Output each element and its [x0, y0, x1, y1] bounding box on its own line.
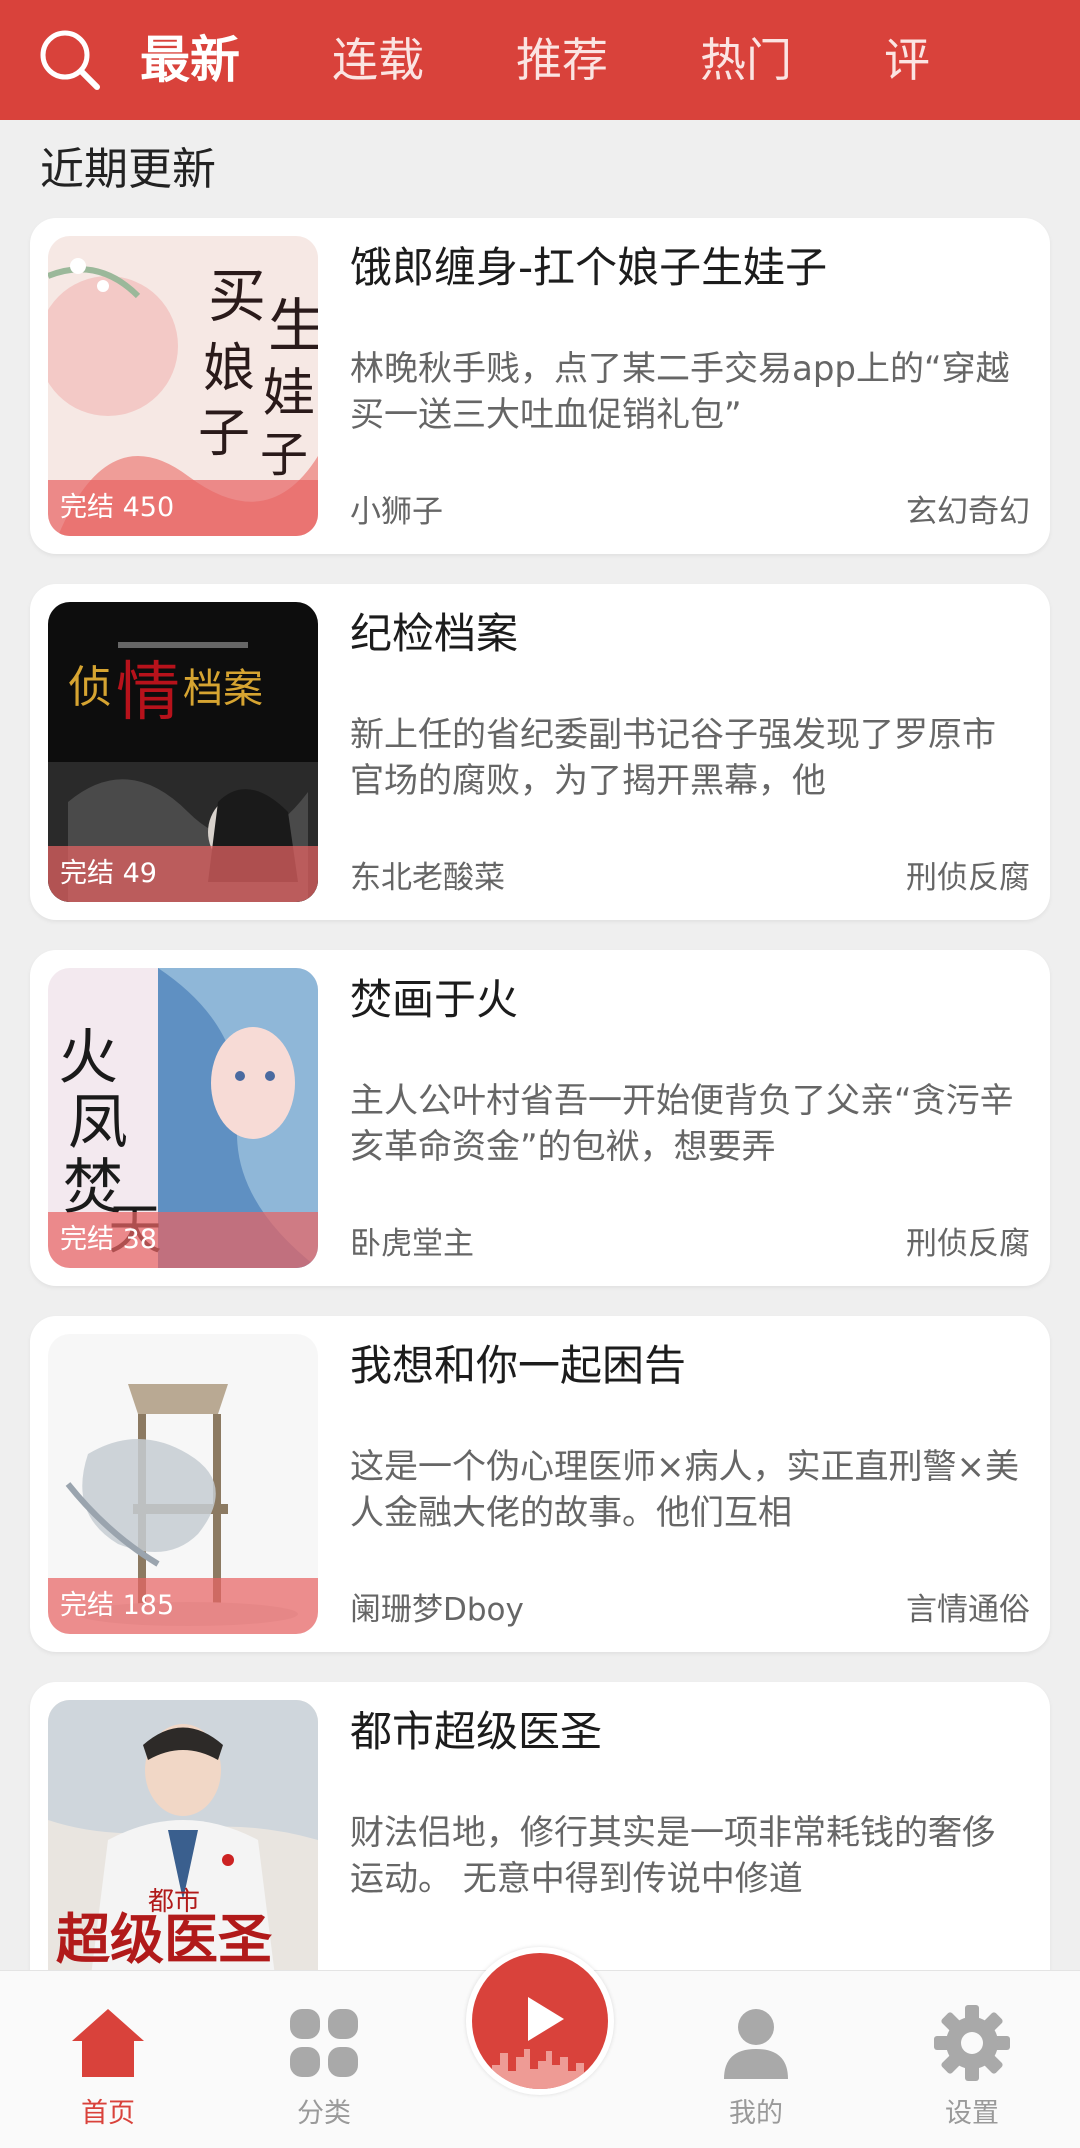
- svg-text:情: 情: [116, 656, 180, 730]
- book-title: 纪检档案: [350, 609, 519, 658]
- svg-text:超级医圣: 超级医圣: [56, 1907, 272, 1971]
- book-description: 这是一个伪心理医师×病人，实正直刑警×美人金融大佬的故事。他们互相: [350, 1447, 1019, 1533]
- svg-text:凤: 凤: [68, 1088, 128, 1158]
- book-genre: 刑侦反腐: [906, 1226, 1030, 1262]
- play-button-face: [472, 1953, 608, 2089]
- bottom-navigation: 首页 分类 我的 设置: [0, 1947, 1080, 2148]
- book-cover: 火 凤 焚 天 完结 38: [48, 968, 318, 1268]
- tab-rating[interactable]: 评: [884, 0, 930, 120]
- svg-text:买: 买: [208, 262, 266, 330]
- svg-text:生: 生: [268, 292, 318, 360]
- play-icon: [492, 1997, 584, 2089]
- svg-text:子: 子: [198, 404, 250, 464]
- book-author: 卧虎堂主: [350, 1226, 474, 1262]
- home-icon: [72, 2009, 144, 2077]
- svg-text:娘: 娘: [203, 339, 255, 399]
- status-badge: 完结 38: [48, 1212, 318, 1268]
- nav-settings[interactable]: 设置: [892, 1971, 1052, 2148]
- top-bar: 最新 连载 推荐 热门 评: [0, 0, 1080, 120]
- book-author: 阑珊梦Dboy: [350, 1592, 524, 1628]
- book-title: 饿郎缠身-扛个娘子生娃子: [350, 243, 828, 292]
- book-card[interactable]: 火 凤 焚 天 完结 38 焚画于火 主人公叶村省吾一开始便背负了父亲“贪污辛亥…: [30, 950, 1050, 1286]
- nav-home-label: 首页: [81, 2098, 135, 2129]
- svg-text:子: 子: [260, 427, 308, 483]
- tab-serializing[interactable]: 连载: [332, 0, 424, 120]
- tab-latest[interactable]: 最新: [140, 0, 240, 120]
- tab-popular[interactable]: 热门: [700, 0, 792, 120]
- book-cover: 买 生 娘 娃 子 子 完结 450: [48, 236, 318, 536]
- svg-text:侦: 侦: [68, 662, 112, 713]
- svg-text:娃: 娃: [263, 364, 315, 424]
- book-description: 财法侣地，修行其实是一项非常耗钱的奢侈运动。 无意中得到传说中修道: [350, 1813, 996, 1899]
- status-badge: 完结 185: [48, 1578, 318, 1634]
- book-description: 主人公叶村省吾一开始便背负了父亲“贪污辛亥革命资金”的包袱，想要弄: [350, 1081, 1014, 1167]
- book-genre: 玄幻奇幻: [906, 494, 1030, 530]
- nav-mine-label: 我的: [729, 2098, 783, 2129]
- book-cover: 都市 超级医圣: [48, 1700, 318, 2000]
- book-list: 买 生 娘 娃 子 子 完结 450 饿郎缠身-扛个娘子生娃子 林晚秋手贱，点了…: [30, 218, 1050, 2048]
- nav-category-label: 分类: [297, 2098, 351, 2129]
- svg-text:火: 火: [58, 1023, 118, 1093]
- nav-category[interactable]: 分类: [244, 1971, 404, 2148]
- play-button[interactable]: [466, 1947, 614, 2095]
- tab-recommended[interactable]: 推荐: [516, 0, 608, 120]
- status-badge: 完结 450: [48, 480, 318, 536]
- book-card[interactable]: 侦 情 档案 完结 49 纪检档案 新上任的省纪委副书记谷子强发现了罗原市官场的…: [30, 584, 1050, 920]
- book-title: 焚画于火: [350, 975, 519, 1024]
- user-icon: [724, 2009, 788, 2079]
- category-tabs: 最新 连载 推荐 热门 评: [140, 0, 1022, 120]
- book-card[interactable]: 完结 185 我想和你一起困告 这是一个伪心理医师×病人，实正直刑警×美人金融大…: [30, 1316, 1050, 1652]
- status-badge: 完结 49: [48, 846, 318, 902]
- gear-icon: [934, 2005, 1010, 2081]
- search-button[interactable]: [0, 0, 140, 120]
- nav-mine[interactable]: 我的: [676, 1971, 836, 2148]
- book-cover: 侦 情 档案 完结 49: [48, 602, 318, 902]
- book-description: 林晚秋手贱，点了某二手交易app上的“穿越买一送三大吐血促销礼包”: [350, 349, 1010, 435]
- category-grid-icon: [290, 2009, 358, 2077]
- book-genre: 刑侦反腐: [906, 860, 1030, 896]
- book-description: 新上任的省纪委副书记谷子强发现了罗原市官场的腐败，为了揭开黑幕，他: [350, 715, 996, 801]
- search-icon: [40, 30, 100, 90]
- book-cover: 完结 185: [48, 1334, 318, 1634]
- nav-settings-label: 设置: [945, 2098, 999, 2129]
- book-author: 东北老酸菜: [350, 860, 505, 896]
- book-genre: 言情通俗: [906, 1592, 1030, 1628]
- section-title: 近期更新: [40, 144, 216, 195]
- book-title: 都市超级医圣: [350, 1707, 603, 1756]
- book-author: 小狮子: [350, 494, 443, 530]
- book-card[interactable]: 买 生 娘 娃 子 子 完结 450 饿郎缠身-扛个娘子生娃子 林晚秋手贱，点了…: [30, 218, 1050, 554]
- svg-text:档案: 档案: [183, 666, 263, 712]
- nav-home[interactable]: 首页: [28, 1971, 188, 2148]
- book-title: 我想和你一起困告: [350, 1341, 687, 1390]
